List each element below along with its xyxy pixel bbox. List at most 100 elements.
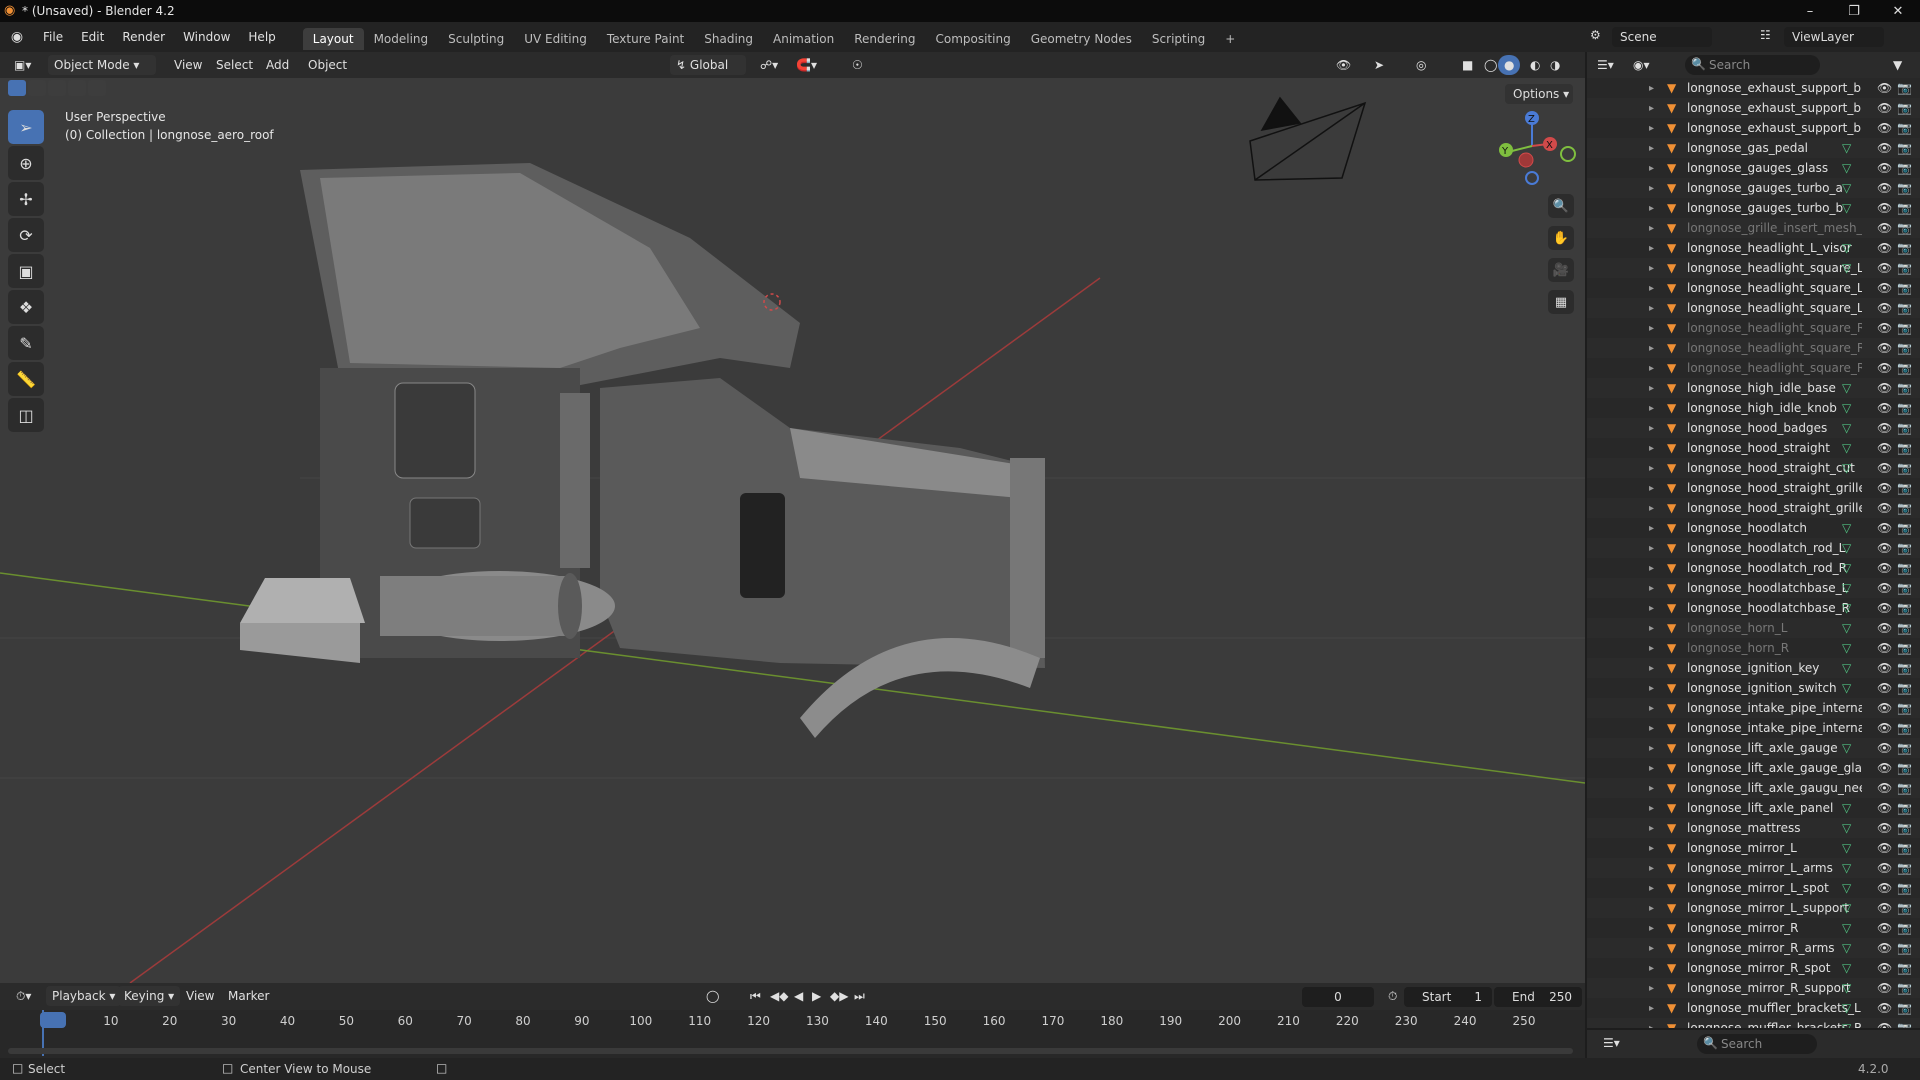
editor-type-icon[interactable]: ▣▾	[8, 55, 37, 75]
filter-icon[interactable]: ▼	[1887, 55, 1908, 75]
add-workspace-button[interactable]: +	[1215, 28, 1245, 50]
annotate-tool-icon[interactable]: ✎	[8, 326, 44, 360]
expand-arrow-icon[interactable]: ▸	[1649, 723, 1663, 734]
mesh-data-icon[interactable]: ▽	[1842, 561, 1851, 575]
render-camera-icon[interactable]: 📷	[1897, 761, 1912, 775]
mesh-data-icon[interactable]: ▽	[1842, 261, 1851, 275]
timeline-scrollbar[interactable]	[8, 1048, 1573, 1054]
mesh-data-icon[interactable]: ▽	[1842, 981, 1851, 995]
visibility-eye-icon[interactable]: 👁	[1877, 541, 1892, 555]
expand-arrow-icon[interactable]: ▸	[1649, 563, 1663, 574]
tab-uv-editing[interactable]: UV Editing	[514, 28, 597, 50]
tab-layout[interactable]: Layout	[302, 28, 364, 50]
viewlayer-selector[interactable]: ViewLayer	[1784, 27, 1884, 47]
snap-icon[interactable]: 🧲▾	[790, 55, 823, 75]
render-camera-icon[interactable]: 📷	[1897, 261, 1912, 275]
render-camera-icon[interactable]: 📷	[1897, 341, 1912, 355]
blender-menu-icon[interactable]: ◉	[0, 29, 34, 45]
mesh-data-icon[interactable]: ▽	[1842, 461, 1851, 475]
render-camera-icon[interactable]: 📷	[1897, 601, 1912, 615]
select-box-icon[interactable]: ➢	[8, 110, 44, 144]
visibility-eye-icon[interactable]: 👁	[1877, 501, 1892, 515]
visibility-eye-icon[interactable]: 👁	[1877, 701, 1892, 715]
render-camera-icon[interactable]: 📷	[1897, 121, 1912, 135]
menu-playback[interactable]: Playback ▾	[46, 986, 122, 1006]
render-camera-icon[interactable]: 📷	[1897, 721, 1912, 735]
outliner-row[interactable]: ▸ ▼ longnose_gauges_glass ▽ 👁 📷	[1587, 158, 1920, 178]
expand-arrow-icon[interactable]: ▸	[1649, 383, 1663, 394]
visibility-eye-icon[interactable]: 👁	[1877, 861, 1892, 875]
outliner-row[interactable]: ▸ ▼ longnose_intake_pipe_internal 👁 📷	[1587, 698, 1920, 718]
options-dropdown[interactable]: Options ▾	[1505, 84, 1573, 104]
render-camera-icon[interactable]: 📷	[1897, 241, 1912, 255]
visibility-eye-icon[interactable]: 👁	[1877, 81, 1892, 95]
mesh-data-icon[interactable]: ▽	[1842, 201, 1851, 215]
expand-arrow-icon[interactable]: ▸	[1649, 323, 1663, 334]
render-camera-icon[interactable]: 📷	[1897, 941, 1912, 955]
outliner-row[interactable]: ▸ ▼ longnose_mirror_L_arms ▽ 👁 📷	[1587, 858, 1920, 878]
expand-arrow-icon[interactable]: ▸	[1649, 1023, 1663, 1029]
tab-animation[interactable]: Animation	[763, 28, 844, 50]
visibility-eye-icon[interactable]: 👁	[1877, 641, 1892, 655]
pan-hand-icon[interactable]: ✋	[1548, 226, 1574, 250]
outliner-row[interactable]: ▸ ▼ longnose_mirror_R_arms ▽ 👁 📷	[1587, 938, 1920, 958]
render-camera-icon[interactable]: 📷	[1897, 561, 1912, 575]
render-camera-icon[interactable]: 📷	[1897, 961, 1912, 975]
outliner-row[interactable]: ▸ ▼ longnose_hoodlatchbase_R ▽ 👁 📷	[1587, 598, 1920, 618]
mesh-data-icon[interactable]: ▽	[1842, 741, 1851, 755]
outliner-row[interactable]: ▸ ▼ longnose_mirror_L_support ▽ 👁 📷	[1587, 898, 1920, 918]
mesh-data-icon[interactable]: ▽	[1842, 921, 1851, 935]
visibility-eye-icon[interactable]: 👁	[1877, 761, 1892, 775]
outliner-row[interactable]: ▸ ▼ longnose_hood_straight_cut ▽ 👁 📷	[1587, 458, 1920, 478]
mesh-data-icon[interactable]: ▽	[1842, 901, 1851, 915]
outliner-row[interactable]: ▸ ▼ longnose_mirror_R_support ▽ 👁 📷	[1587, 978, 1920, 998]
timeline-editor-icon[interactable]: ⏱▾	[10, 986, 37, 1006]
outliner-editor-icon[interactable]: ☰▾	[1591, 55, 1620, 75]
render-camera-icon[interactable]: 📷	[1897, 1001, 1912, 1015]
menu-file[interactable]: File	[34, 22, 72, 52]
expand-arrow-icon[interactable]: ▸	[1649, 583, 1663, 594]
outliner-row[interactable]: ▸ ▼ longnose_headlight_square_L ▽ 👁 📷	[1587, 258, 1920, 278]
render-camera-icon[interactable]: 📷	[1897, 461, 1912, 475]
render-camera-icon[interactable]: 📷	[1897, 581, 1912, 595]
outliner-row[interactable]: ▸ ▼ longnose_mirror_L_spot ▽ 👁 📷	[1587, 878, 1920, 898]
visibility-icon[interactable]: 👁	[1330, 55, 1357, 75]
outliner-row[interactable]: ▸ ▼ longnose_headlight_square_R_ligt 👁 📷	[1587, 358, 1920, 378]
render-camera-icon[interactable]: 📷	[1897, 481, 1912, 495]
expand-arrow-icon[interactable]: ▸	[1649, 183, 1663, 194]
render-camera-icon[interactable]: 📷	[1897, 381, 1912, 395]
render-camera-icon[interactable]: 📷	[1897, 361, 1912, 375]
mesh-data-icon[interactable]: ▽	[1842, 141, 1851, 155]
render-camera-icon[interactable]: 📷	[1897, 641, 1912, 655]
outliner-row[interactable]: ▸ ▼ longnose_high_idle_knob ▽ 👁 📷	[1587, 398, 1920, 418]
menu-render[interactable]: Render	[113, 22, 174, 52]
cursor-tool-icon[interactable]: ⊕	[8, 146, 44, 180]
outliner-row[interactable]: ▸ ▼ longnose_ignition_switch ▽ 👁 📷	[1587, 678, 1920, 698]
visibility-eye-icon[interactable]: 👁	[1877, 341, 1892, 355]
visibility-eye-icon[interactable]: 👁	[1877, 161, 1892, 175]
rotate-tool-icon[interactable]: ⟳	[8, 218, 44, 252]
expand-arrow-icon[interactable]: ▸	[1649, 303, 1663, 314]
menu-add[interactable]: Add	[260, 55, 295, 75]
render-camera-icon[interactable]: 📷	[1897, 841, 1912, 855]
playhead-marker[interactable]	[40, 1012, 66, 1028]
mesh-data-icon[interactable]: ▽	[1842, 421, 1851, 435]
visibility-eye-icon[interactable]: 👁	[1877, 261, 1892, 275]
outliner-row[interactable]: ▸ ▼ longnose_headlight_square_R 👁 📷	[1587, 318, 1920, 338]
render-camera-icon[interactable]: 📷	[1897, 281, 1912, 295]
render-camera-icon[interactable]: 📷	[1897, 321, 1912, 335]
outliner-row[interactable]: ▸ ▼ longnose_ignition_key ▽ 👁 📷	[1587, 658, 1920, 678]
visibility-eye-icon[interactable]: 👁	[1877, 321, 1892, 335]
tab-scripting[interactable]: Scripting	[1142, 28, 1215, 50]
visibility-eye-icon[interactable]: 👁	[1877, 801, 1892, 815]
menu-marker[interactable]: Marker	[222, 986, 275, 1006]
select-new-icon[interactable]	[8, 80, 26, 96]
menu-edit[interactable]: Edit	[72, 22, 113, 52]
mesh-data-icon[interactable]: ▽	[1842, 541, 1851, 555]
jump-end-icon[interactable]: ⏭	[848, 986, 871, 1006]
visibility-eye-icon[interactable]: 👁	[1877, 1021, 1892, 1028]
expand-arrow-icon[interactable]: ▸	[1649, 483, 1663, 494]
select-intersect-icon[interactable]	[88, 80, 106, 96]
menu-select[interactable]: Select	[210, 55, 259, 75]
outliner-row[interactable]: ▸ ▼ longnose_gas_pedal ▽ 👁 📷	[1587, 138, 1920, 158]
